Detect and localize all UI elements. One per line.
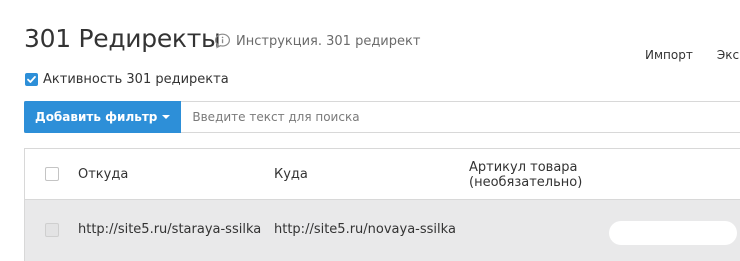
- add-filter-label: Добавить фильтр: [35, 109, 158, 124]
- help-link[interactable]: Инструкция. 301 редирект: [214, 33, 420, 49]
- page-title: 301 Редиректы: [24, 24, 221, 53]
- help-link-label: Инструкция. 301 редирект: [236, 33, 421, 49]
- row-from-url: http://site5.ru/staraya-ssilka: [78, 222, 262, 237]
- add-filter-button[interactable]: Добавить фильтр: [24, 100, 182, 133]
- checkbox-checked-icon[interactable]: [25, 73, 38, 86]
- table-header: Откуда Куда Артикул товара (необязательн…: [25, 149, 740, 200]
- top-actions: Импорт Эксп: [645, 48, 740, 62]
- page: 301 Редиректы Инструкция. 301 редирект И…: [0, 0, 740, 261]
- column-to[interactable]: Куда: [274, 167, 308, 182]
- column-from[interactable]: Откуда: [78, 167, 128, 182]
- activity-toggle[interactable]: Активность 301 редиректа: [25, 72, 229, 87]
- row-to-url: http://site5.ru/novaya-ssilka: [274, 222, 456, 237]
- activity-label: Активность 301 редиректа: [43, 72, 229, 87]
- table-row[interactable]: http://site5.ru/staraya-ssilka http://si…: [25, 200, 740, 261]
- row-checkbox[interactable]: [45, 223, 59, 237]
- column-article[interactable]: Артикул товара (необязательно): [469, 160, 609, 190]
- redirects-table: Откуда Куда Артикул товара (необязательн…: [24, 148, 740, 261]
- row-article-field[interactable]: [609, 221, 737, 245]
- export-button[interactable]: Эксп: [717, 48, 740, 62]
- import-button[interactable]: Импорт: [645, 48, 693, 62]
- select-all-checkbox[interactable]: [45, 167, 59, 181]
- caret-down-icon: [162, 114, 171, 119]
- info-bubble-icon: [214, 33, 231, 49]
- search-input[interactable]: [181, 102, 740, 132]
- filter-bar: Добавить фильтр: [24, 100, 740, 133]
